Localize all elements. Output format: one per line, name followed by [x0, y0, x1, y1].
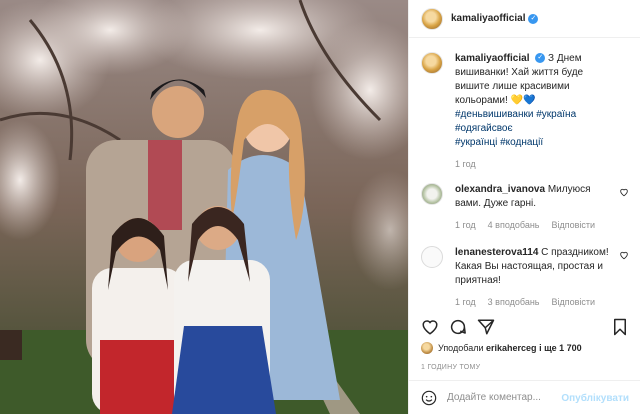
verified-badge-icon: ✓ — [535, 53, 546, 64]
likes-user[interactable]: erikaherceg — [486, 343, 537, 353]
likes-summary: Уподобали erikaherceg і ще 1 700 — [421, 342, 582, 354]
like-comment-heart-icon[interactable] — [619, 187, 629, 197]
add-comment-bar: Опублікувати — [409, 380, 640, 414]
comment-bubble-icon[interactable] — [449, 318, 467, 336]
post-header: kamaliyaofficial ✓ — [409, 0, 640, 38]
caption-time[interactable]: 1 год — [455, 159, 476, 169]
post-actions — [409, 318, 640, 340]
save-bookmark-icon[interactable] — [611, 318, 629, 336]
like-heart-icon[interactable] — [421, 318, 439, 336]
comment-item: olexandra_ivanova Милуюся вами. Дуже гар… — [409, 183, 640, 230]
likes-count[interactable]: і ще 1 700 — [539, 343, 582, 353]
likes-prefix: Уподобали — [438, 343, 484, 353]
like-comment-heart-icon[interactable] — [619, 250, 629, 260]
reply-button[interactable]: Відповісти — [552, 297, 596, 307]
emoji-smile-icon[interactable] — [421, 390, 437, 406]
share-send-icon[interactable] — [477, 318, 495, 336]
publish-comment-button[interactable]: Опублікувати — [561, 393, 629, 404]
caption-emoji: 💛💙 — [510, 95, 536, 106]
avatar[interactable] — [421, 342, 433, 354]
post-timestamp[interactable]: 1 ГОДИНУ ТОМУ — [421, 364, 480, 371]
comment-likes[interactable]: 4 вподобань — [488, 220, 540, 230]
reply-button[interactable]: Відповісти — [552, 220, 596, 230]
caption-hashtags[interactable]: #українці #коднації — [455, 137, 543, 148]
verified-badge-icon: ✓ — [528, 13, 539, 24]
comment-item: lenanesterova114 С праздником! Какая Вы … — [409, 246, 640, 307]
caption-hashtags[interactable]: #деньвишиванки #україна — [455, 109, 576, 120]
comment-likes[interactable]: 3 вподобань — [488, 297, 540, 307]
post-photo[interactable] — [0, 0, 408, 414]
comment-username[interactable]: olexandra_ivanova — [455, 184, 545, 195]
avatar[interactable] — [421, 246, 443, 268]
caption-username[interactable]: kamaliyaofficial — [455, 53, 529, 64]
family-photo-illustration — [0, 0, 408, 414]
caption-hashtags[interactable]: #одягайсвоє — [455, 123, 513, 134]
post-side-panel: kamaliyaofficial ✓ kamaliyaofficial ✓ З … — [408, 0, 640, 414]
avatar[interactable] — [421, 183, 443, 205]
comment-input[interactable] — [447, 392, 567, 403]
comment-time[interactable]: 1 год — [455, 220, 476, 230]
avatar[interactable] — [421, 7, 443, 30]
header-username[interactable]: kamaliyaofficial — [451, 13, 525, 24]
comments-section: kamaliyaofficial ✓ З Днем вишиванки! Хай… — [409, 52, 640, 307]
caption: kamaliyaofficial ✓ З Днем вишиванки! Хай… — [409, 52, 640, 169]
avatar[interactable] — [421, 52, 443, 74]
comment-username[interactable]: lenanesterova114 — [455, 247, 538, 258]
comment-time[interactable]: 1 год — [455, 297, 476, 307]
